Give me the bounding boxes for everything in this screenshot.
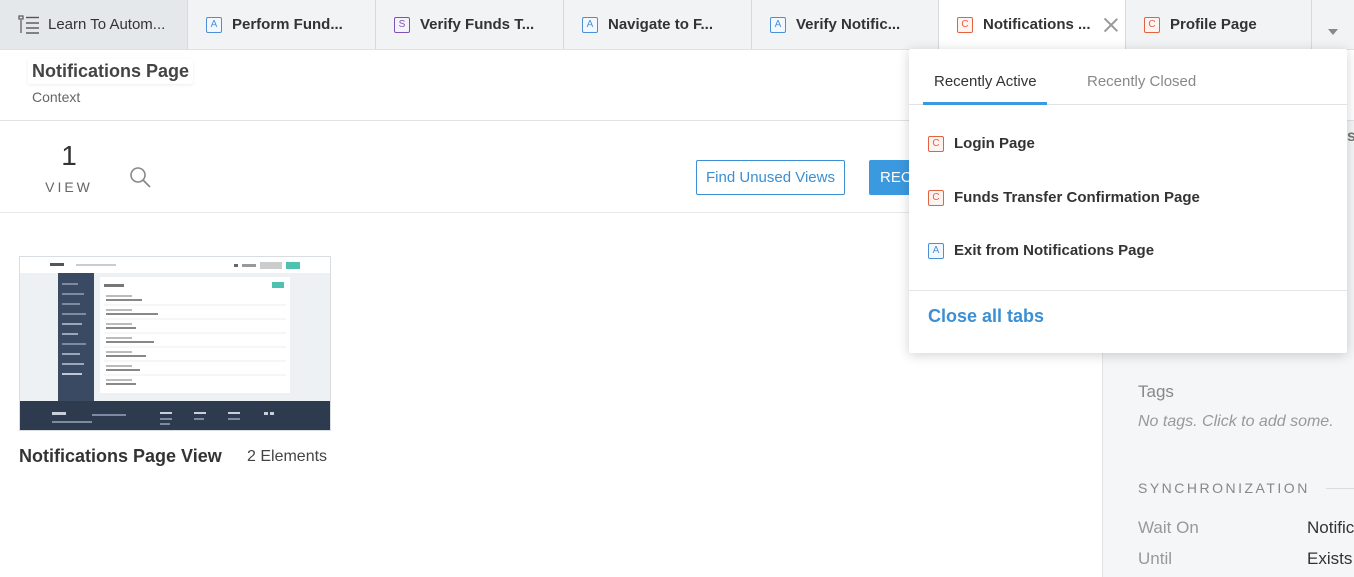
type-badge-icon: C (1144, 16, 1160, 33)
active-tab-indicator (923, 102, 1047, 105)
page-subtitle: Context (32, 89, 81, 105)
recent-item-exit-from-notifications[interactable]: A Exit from Notifications Page (928, 242, 1154, 259)
panel-partial-text: s (1347, 128, 1354, 145)
tab-recently-closed[interactable]: Recently Closed (1087, 73, 1196, 90)
recent-item-label: Login Page (954, 135, 1035, 152)
until-label: Until (1138, 549, 1173, 568)
wait-on-label: Wait On (1138, 518, 1199, 537)
tab-navigate-to[interactable]: A Navigate to F... (564, 0, 752, 49)
synchronization-heading: SYNCHRONIZATION (1138, 480, 1310, 496)
type-badge-icon: A (582, 16, 598, 33)
page-title: Notifications Page (28, 59, 194, 84)
wait-on-value[interactable]: Notific (1307, 518, 1354, 538)
tab-menu-label: Learn To Autom... (48, 16, 166, 33)
view-name[interactable]: Notifications Page View (19, 446, 222, 467)
view-count: 1 (61, 140, 77, 171)
tab-notifications-page[interactable]: C Notifications ... (939, 0, 1126, 50)
close-tab-icon[interactable] (1103, 17, 1119, 33)
tab-label: Verify Notific... (796, 16, 901, 33)
close-all-tabs-link[interactable]: Close all tabs (928, 306, 1044, 327)
divider (909, 290, 1347, 291)
recent-item-label: Exit from Notifications Page (954, 242, 1155, 259)
type-badge-icon: A (206, 16, 222, 33)
tab-label: Profile Page (1170, 16, 1257, 33)
tab-verify-funds[interactable]: S Verify Funds T... (376, 0, 564, 49)
find-unused-views-button[interactable]: Find Unused Views (696, 160, 845, 195)
view-element-count: 2 Elements (247, 448, 328, 465)
type-badge-icon: A (928, 242, 944, 259)
dropdown-tabs: Recently Active Recently Closed (909, 49, 1347, 105)
tab-label: Navigate to F... (608, 16, 714, 33)
type-badge-icon: C (928, 189, 944, 206)
recent-item-funds-transfer-confirmation[interactable]: C Funds Transfer Confirmation Page (928, 189, 1200, 206)
tab-overflow-button[interactable] (1312, 0, 1354, 49)
recent-item-login-page[interactable]: C Login Page (928, 135, 1035, 152)
tab-profile-page[interactable]: C Profile Page (1126, 0, 1312, 49)
divider (1326, 488, 1354, 489)
tab-perform-funds[interactable]: A Perform Fund... (188, 0, 376, 49)
view-thumbnail[interactable] (19, 256, 331, 431)
tab-verify-notifications[interactable]: A Verify Notific... (752, 0, 939, 49)
chevron-down-icon (1328, 28, 1338, 35)
until-value[interactable]: Exists (1307, 549, 1352, 569)
search-icon[interactable] (128, 165, 152, 189)
tags-empty-field[interactable]: No tags. Click to add some. (1138, 413, 1334, 431)
tab-menu-button[interactable]: Learn To Autom... (0, 0, 188, 49)
view-count-label: VIEW (45, 179, 93, 195)
tab-bar: Learn To Autom... A Perform Fund... S Ve… (0, 0, 1354, 50)
recent-tabs-dropdown: Recently Active Recently Closed C Login … (909, 49, 1347, 353)
type-badge-icon: S (394, 16, 410, 33)
tab-recently-active[interactable]: Recently Active (934, 73, 1037, 90)
recent-item-label: Funds Transfer Confirmation Page (954, 189, 1200, 206)
type-badge-icon: A (770, 16, 786, 33)
type-badge-icon: C (928, 135, 944, 152)
tab-label: Perform Fund... (232, 16, 343, 33)
page-preview-image (20, 257, 330, 430)
tab-label: Notifications ... (983, 16, 1091, 33)
list-icon (18, 14, 39, 34)
type-badge-icon: C (957, 16, 973, 33)
tab-label: Verify Funds T... (420, 16, 535, 33)
tags-label: Tags (1138, 382, 1174, 401)
